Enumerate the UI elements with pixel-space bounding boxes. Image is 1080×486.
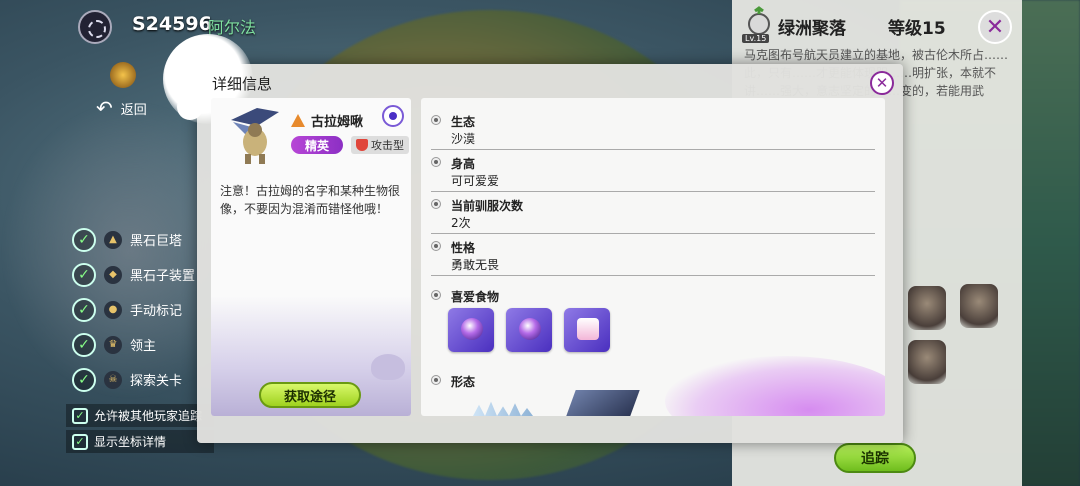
- info-field-personality: 性格 勇敢无畏: [431, 239, 875, 276]
- type-badge: 攻击型: [351, 136, 409, 154]
- filter-label: 探索关卡: [130, 374, 183, 389]
- field-label: 形态: [451, 375, 476, 389]
- form-preview-wing: [566, 390, 640, 416]
- filter-item[interactable]: ✓ ♛ 领主: [66, 327, 216, 362]
- creature-description: 注意！古拉姆的名字和某种生物很像，不要因为混淆而错怪他哦！: [220, 184, 401, 216]
- allow-tracking-toggle[interactable]: ✓ 允许被其他玩家追踪: [66, 404, 214, 427]
- rank-badge: 精英: [291, 136, 343, 154]
- potion-icon: [519, 318, 541, 340]
- device-icon: ◆: [104, 265, 122, 284]
- bullet-icon: [431, 115, 441, 125]
- info-field-tame-count: 当前驯服次数 2次: [431, 197, 875, 234]
- stage-icon: ☠: [104, 370, 122, 389]
- check-icon: ✓: [72, 297, 96, 322]
- info-field-height: 身高 可可爱爱: [431, 155, 875, 192]
- creature-card: 古拉姆啾 精英 攻击型 注意！古拉姆的名字和某种生物很像，不要因为混淆而错怪他哦…: [211, 98, 411, 416]
- element-fire-icon: [291, 114, 305, 127]
- check-icon: ✓: [72, 332, 96, 357]
- food-item[interactable]: [448, 308, 494, 352]
- info-field-food: 喜爱食物: [431, 288, 875, 362]
- bullet-icon: [431, 241, 441, 251]
- field-label: 当前驯服次数: [451, 199, 524, 213]
- check-icon: ✓: [72, 433, 88, 450]
- paint-splash-decoration: [177, 94, 203, 120]
- back-label: 返回: [120, 102, 147, 118]
- bullet-icon: [431, 375, 441, 385]
- option-label: 显示坐标详情: [94, 435, 167, 449]
- creature-portrait: [231, 108, 279, 164]
- creature-info-panel: 生态 沙漠 身高 可可爱爱 当前驯服次数 2次 性格 勇敢无畏 喜爱食物 形态: [421, 98, 885, 416]
- field-label: 身高: [451, 157, 476, 171]
- info-field-habitat: 生态 沙漠: [431, 113, 875, 150]
- settlement-level-badge: Lv.15: [742, 34, 770, 43]
- mascot-decoration: [371, 354, 405, 380]
- option-label: 允许被其他玩家追踪: [94, 409, 203, 423]
- field-label: 生态: [451, 115, 476, 129]
- creature-name-row: 古拉姆啾: [291, 111, 363, 130]
- lord-icon: ♛: [104, 335, 122, 354]
- cake-icon: [577, 318, 599, 340]
- filter-item[interactable]: ✓ ☠ 探索关卡: [66, 362, 216, 397]
- creature-name: 古拉姆啾: [311, 115, 364, 130]
- track-button[interactable]: 追踪: [834, 443, 916, 473]
- field-value: 可可爱爱: [451, 174, 500, 188]
- back-button[interactable]: ↶ 返回: [96, 96, 147, 120]
- select-radio-icon[interactable]: [382, 105, 404, 127]
- food-item[interactable]: [564, 308, 610, 352]
- marker-icon: ●: [104, 300, 122, 319]
- filter-label: 手动标记: [130, 304, 183, 319]
- shield-icon: [356, 139, 368, 151]
- guild-emblem-icon[interactable]: [78, 10, 112, 44]
- monster-portrait[interactable]: [908, 286, 946, 330]
- filter-label: 黑石子装置: [130, 269, 196, 284]
- bullet-icon: [431, 290, 441, 300]
- field-value: 2次: [451, 216, 471, 230]
- monster-portrait[interactable]: [908, 340, 946, 384]
- server-id: S24596: [132, 13, 212, 35]
- check-icon: ✓: [72, 227, 96, 252]
- field-value: 沙漠: [451, 132, 476, 146]
- field-value: 勇敢无畏: [451, 258, 500, 272]
- type-label: 攻击型: [371, 139, 404, 152]
- filter-label: 黑石巨塔: [130, 234, 183, 249]
- field-label: 性格: [451, 241, 476, 255]
- detail-modal: 详细信息 ✕ 古拉姆啾 精英 攻击型 注意！古拉姆的名字和某种生物很像，不要因为…: [163, 34, 903, 443]
- map-filter-list: ✓ ▲ 黑石巨塔 ✓ ◆ 黑石子装置 ✓ ● 手动标记 ✓ ♛ 领主 ✓ ☠ 探…: [66, 222, 216, 397]
- info-field-form: 形态: [431, 373, 875, 413]
- food-item[interactable]: [506, 308, 552, 352]
- planet-icon[interactable]: [110, 62, 136, 88]
- check-icon: ✓: [72, 407, 88, 424]
- filter-label: 领主: [130, 339, 157, 354]
- close-icon[interactable]: ✕: [870, 71, 894, 95]
- settlement-title: 绿洲聚落: [778, 19, 846, 39]
- check-icon: ✓: [72, 367, 96, 392]
- field-label: 喜爱食物: [451, 290, 500, 304]
- show-coordinates-toggle[interactable]: ✓ 显示坐标详情: [66, 430, 214, 453]
- bullet-icon: [431, 157, 441, 167]
- monster-portrait[interactable]: [960, 284, 998, 328]
- settlement-level: 等级15: [888, 19, 946, 39]
- modal-title: 详细信息: [212, 75, 273, 93]
- tower-icon: ▲: [104, 230, 122, 249]
- filter-item[interactable]: ✓ ◆ 黑石子装置: [66, 257, 216, 292]
- filter-item[interactable]: ✓ ● 手动标记: [66, 292, 216, 327]
- bullet-icon: [431, 199, 441, 209]
- close-icon[interactable]: ✕: [978, 10, 1012, 44]
- filter-item[interactable]: ✓ ▲ 黑石巨塔: [66, 222, 216, 257]
- check-icon: ✓: [72, 262, 96, 287]
- potion-icon: [461, 318, 483, 340]
- acquire-button[interactable]: 获取途径: [259, 382, 361, 408]
- back-arrow-icon: ↶: [96, 96, 113, 120]
